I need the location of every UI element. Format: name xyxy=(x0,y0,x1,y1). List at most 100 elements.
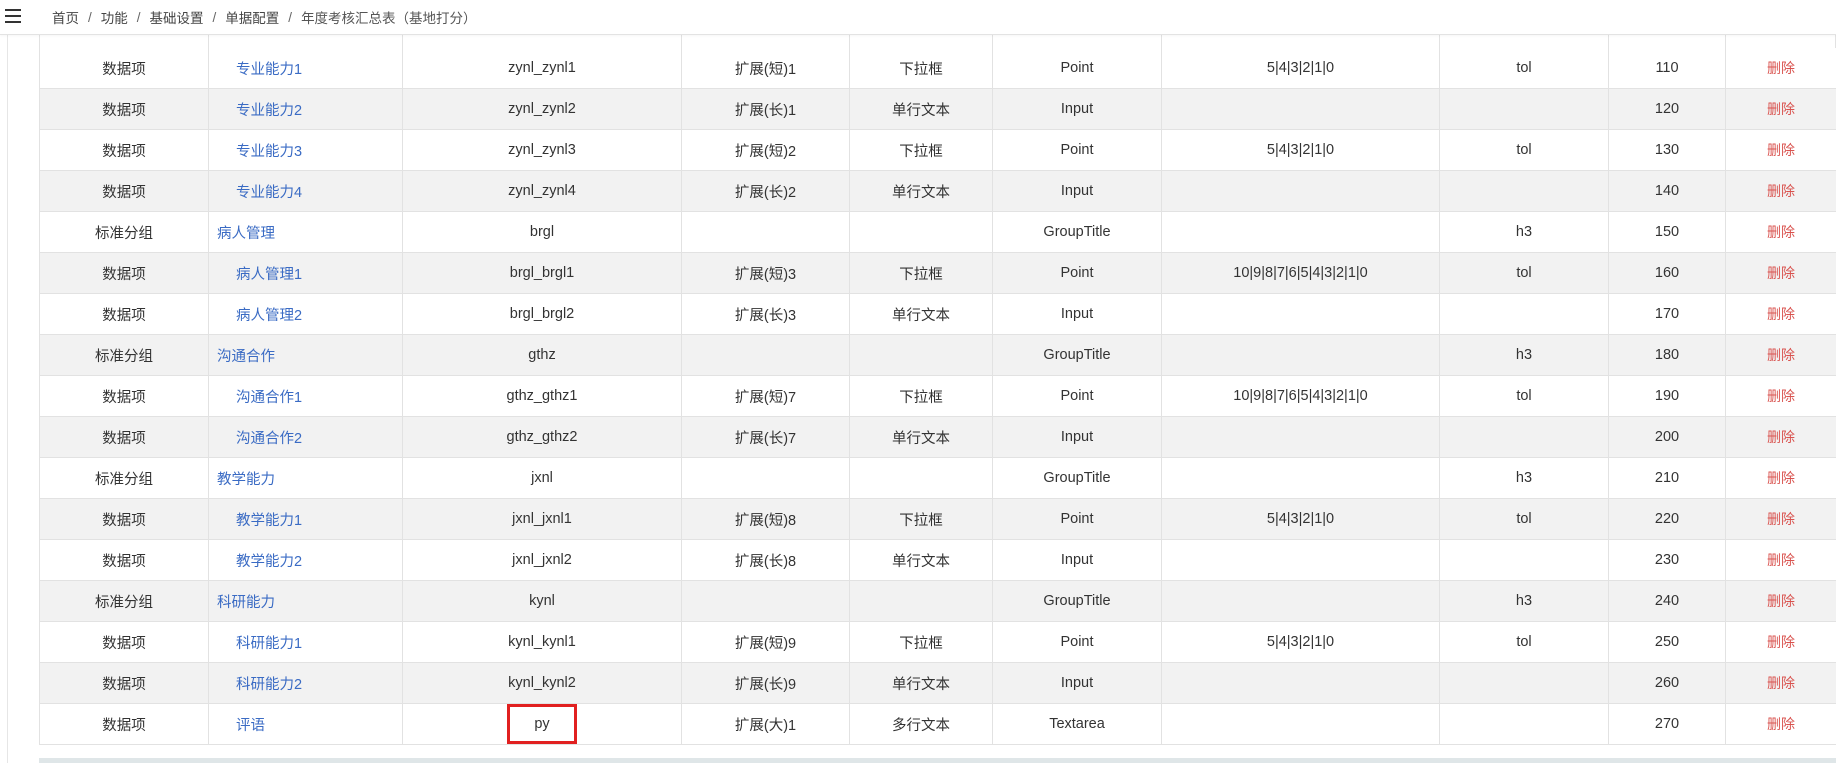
breadcrumb-separator: / xyxy=(88,9,92,25)
delete-button[interactable]: 删除 xyxy=(1767,552,1795,568)
delete-button[interactable]: 删除 xyxy=(1767,675,1795,691)
cell-extra: h3 xyxy=(1439,334,1609,376)
delete-button[interactable]: 删除 xyxy=(1767,429,1795,445)
item-name-link[interactable]: 评语 xyxy=(209,718,265,734)
item-name-link[interactable]: 专业能力4 xyxy=(209,185,302,201)
cell-action: 删除 xyxy=(1725,88,1836,130)
item-name-link[interactable]: 科研能力 xyxy=(209,595,275,611)
cell-control-type: Point xyxy=(992,129,1162,171)
cell-extra xyxy=(1439,539,1609,581)
cell-control: 单行文本 xyxy=(849,662,993,704)
item-name-link[interactable]: 专业能力1 xyxy=(209,62,302,78)
cell-control-type: GroupTitle xyxy=(992,580,1162,622)
item-name-link[interactable]: 教学能力 xyxy=(209,472,275,488)
cell-control-type: Input xyxy=(992,662,1162,704)
highlighted-code: py xyxy=(507,704,577,744)
delete-button[interactable]: 删除 xyxy=(1767,634,1795,650)
breadcrumb-form-config[interactable]: 单据配置 xyxy=(225,7,279,27)
cell-field: 扩展(长)9 xyxy=(681,662,850,704)
top-bar: 首页 / 功能 / 基础设置 / 单据配置 / 年度考核汇总表（基地打分） xyxy=(0,0,1836,35)
cell-action: 删除 xyxy=(1725,703,1836,745)
delete-button[interactable]: 删除 xyxy=(1767,388,1795,404)
item-name-link[interactable]: 教学能力2 xyxy=(209,554,302,570)
cell-extra: h3 xyxy=(1439,457,1609,499)
cell-options xyxy=(1161,539,1440,581)
item-name-link[interactable]: 专业能力2 xyxy=(209,103,302,119)
cell-name: 科研能力1 xyxy=(208,621,403,663)
cell-action: 删除 xyxy=(1725,252,1836,294)
breadcrumb-separator: / xyxy=(136,9,141,25)
cell-extra: h3 xyxy=(1439,580,1609,622)
item-name-link[interactable]: 沟通合作 xyxy=(209,349,275,365)
cell-type: 数据项 xyxy=(39,170,209,212)
cell-order: 150 xyxy=(1608,211,1726,253)
cell-control-type: Textarea xyxy=(992,703,1162,745)
cell-order: 110 xyxy=(1608,48,1726,89)
item-name-link[interactable]: 专业能力3 xyxy=(209,144,302,160)
cell-options xyxy=(1161,170,1440,212)
delete-button[interactable]: 删除 xyxy=(1767,470,1795,486)
item-name-link[interactable]: 教学能力1 xyxy=(209,513,302,529)
delete-button[interactable]: 删除 xyxy=(1767,142,1795,158)
cell-name: 沟通合作 xyxy=(208,334,403,376)
cell-options xyxy=(1161,88,1440,130)
cell-control: 多行文本 xyxy=(849,703,993,745)
cell-extra: tol xyxy=(1439,375,1609,417)
cell-order: 230 xyxy=(1608,539,1726,581)
cell-control: 单行文本 xyxy=(849,170,993,212)
breadcrumb-basic-settings[interactable]: 基础设置 xyxy=(150,7,204,27)
delete-button[interactable]: 删除 xyxy=(1767,101,1795,117)
cell-code: py xyxy=(402,703,682,745)
delete-button[interactable]: 删除 xyxy=(1767,224,1795,240)
item-name-link[interactable]: 病人管理2 xyxy=(209,308,302,324)
cell-control xyxy=(849,334,993,376)
cell-action: 删除 xyxy=(1725,457,1836,499)
config-table: 数据项 专业能力1 zynl_zynl1 扩展(短)1 下拉框 Point 5|4|3|2|… xyxy=(39,48,1836,745)
table-row: 数据项 专业能力4 zynl_zynl4 扩展(长)2 单行文本 Input 140 删除 xyxy=(39,170,1836,212)
delete-button[interactable]: 删除 xyxy=(1767,183,1795,199)
cell-code: jxnl xyxy=(402,457,682,499)
cell-control xyxy=(849,211,993,253)
cell-field: 扩展(大)1 xyxy=(681,703,850,745)
table-row: 数据项 教学能力2 jxnl_jxnl2 扩展(长)8 单行文本 Input 230 删除 xyxy=(39,539,1836,581)
item-name-link[interactable]: 沟通合作1 xyxy=(209,390,302,406)
cell-options: 10|9|8|7|6|5|4|3|2|1|0 xyxy=(1161,375,1440,417)
item-name-link[interactable]: 沟通合作2 xyxy=(209,431,302,447)
cell-options xyxy=(1161,703,1440,745)
cell-code: zynl_zynl3 xyxy=(402,129,682,171)
hamburger-menu-icon[interactable] xyxy=(5,9,21,23)
cell-control-type: Point xyxy=(992,252,1162,294)
cell-extra: tol xyxy=(1439,129,1609,171)
cell-extra: h3 xyxy=(1439,211,1609,253)
delete-button[interactable]: 删除 xyxy=(1767,511,1795,527)
breadcrumb-home[interactable]: 首页 xyxy=(52,7,79,27)
delete-button[interactable]: 删除 xyxy=(1767,347,1795,363)
cell-action: 删除 xyxy=(1725,416,1836,458)
item-name-link[interactable]: 病人管理1 xyxy=(209,267,302,283)
breadcrumb-function[interactable]: 功能 xyxy=(101,7,128,27)
cell-action: 删除 xyxy=(1725,662,1836,704)
cell-name: 病人管理1 xyxy=(208,252,403,294)
cell-options xyxy=(1161,293,1440,335)
delete-button[interactable]: 删除 xyxy=(1767,716,1795,732)
delete-button[interactable]: 删除 xyxy=(1767,60,1795,76)
item-name-link[interactable]: 病人管理 xyxy=(209,226,275,242)
cell-extra: tol xyxy=(1439,621,1609,663)
cell-type: 数据项 xyxy=(39,88,209,130)
cell-extra: tol xyxy=(1439,48,1609,89)
delete-button[interactable]: 删除 xyxy=(1767,306,1795,322)
cell-type: 数据项 xyxy=(39,416,209,458)
item-name-link[interactable]: 科研能力2 xyxy=(209,677,302,693)
table-row: 数据项 病人管理2 brgl_brgl2 扩展(长)3 单行文本 Input 170 删除 xyxy=(39,293,1836,335)
table-row: 标准分组 沟通合作 gthz GroupTitle h3 180 删除 xyxy=(39,334,1836,376)
cell-code: kynl_kynl2 xyxy=(402,662,682,704)
delete-button[interactable]: 删除 xyxy=(1767,593,1795,609)
breadcrumb-current-page: 年度考核汇总表（基地打分） xyxy=(301,11,477,26)
cell-action: 删除 xyxy=(1725,293,1836,335)
cell-field xyxy=(681,334,850,376)
delete-button[interactable]: 删除 xyxy=(1767,265,1795,281)
table-row: 数据项 沟通合作2 gthz_gthz2 扩展(长)7 单行文本 Input 200 删除 xyxy=(39,416,1836,458)
cell-action: 删除 xyxy=(1725,48,1836,89)
item-name-link[interactable]: 科研能力1 xyxy=(209,636,302,652)
cell-action: 删除 xyxy=(1725,498,1836,540)
